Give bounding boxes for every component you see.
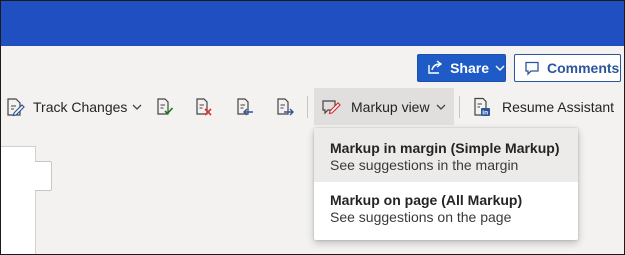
menu-item-all-markup[interactable]: Markup on page (All Markup) See suggesti…	[314, 182, 578, 240]
markup-view-icon	[321, 97, 341, 117]
accept-change-button[interactable]	[155, 91, 175, 123]
chevron-down-icon	[495, 60, 505, 76]
share-button[interactable]: Share	[417, 54, 506, 82]
comments-label: Comments	[547, 60, 620, 76]
accept-change-icon	[155, 97, 175, 117]
reject-change-icon	[194, 97, 214, 117]
title-bar	[1, 1, 624, 46]
track-changes-button[interactable]: Track Changes	[5, 91, 142, 123]
reject-change-button[interactable]	[194, 91, 214, 123]
ribbon-divider	[459, 96, 460, 118]
markup-view-menu: Markup in margin (Simple Markup) See sug…	[314, 128, 578, 240]
chevron-down-icon	[436, 99, 446, 115]
ribbon-divider	[307, 96, 308, 118]
share-icon	[426, 58, 444, 78]
comment-icon	[524, 60, 540, 76]
markup-view-button[interactable]: Markup view	[314, 88, 454, 125]
markup-view-label: Markup view	[351, 98, 430, 115]
track-changes-label: Track Changes	[33, 99, 128, 115]
chevron-down-icon	[132, 99, 142, 115]
previous-change-icon	[235, 97, 255, 117]
menu-item-title: Markup on page (All Markup)	[330, 192, 523, 208]
resume-assistant-label: Resume Assistant	[502, 99, 615, 115]
page-side-tab[interactable]	[35, 161, 52, 191]
next-change-icon	[275, 97, 295, 117]
track-changes-icon	[5, 97, 25, 117]
next-change-button[interactable]	[275, 91, 295, 123]
comments-button[interactable]: Comments	[514, 54, 621, 82]
share-label: Share	[450, 60, 489, 76]
previous-change-button[interactable]	[235, 91, 255, 123]
resume-assistant-button[interactable]: in Resume Assistant	[472, 91, 614, 123]
menu-item-simple-markup[interactable]: Markup in margin (Simple Markup) See sug…	[314, 128, 578, 182]
document-page[interactable]	[1, 146, 36, 254]
resume-assistant-icon: in	[472, 97, 492, 117]
menu-item-description: See suggestions in the margin	[330, 157, 519, 173]
svg-text:in: in	[482, 110, 488, 117]
menu-item-description: See suggestions on the page	[330, 209, 512, 225]
menu-item-title: Markup in margin (Simple Markup)	[330, 140, 560, 156]
